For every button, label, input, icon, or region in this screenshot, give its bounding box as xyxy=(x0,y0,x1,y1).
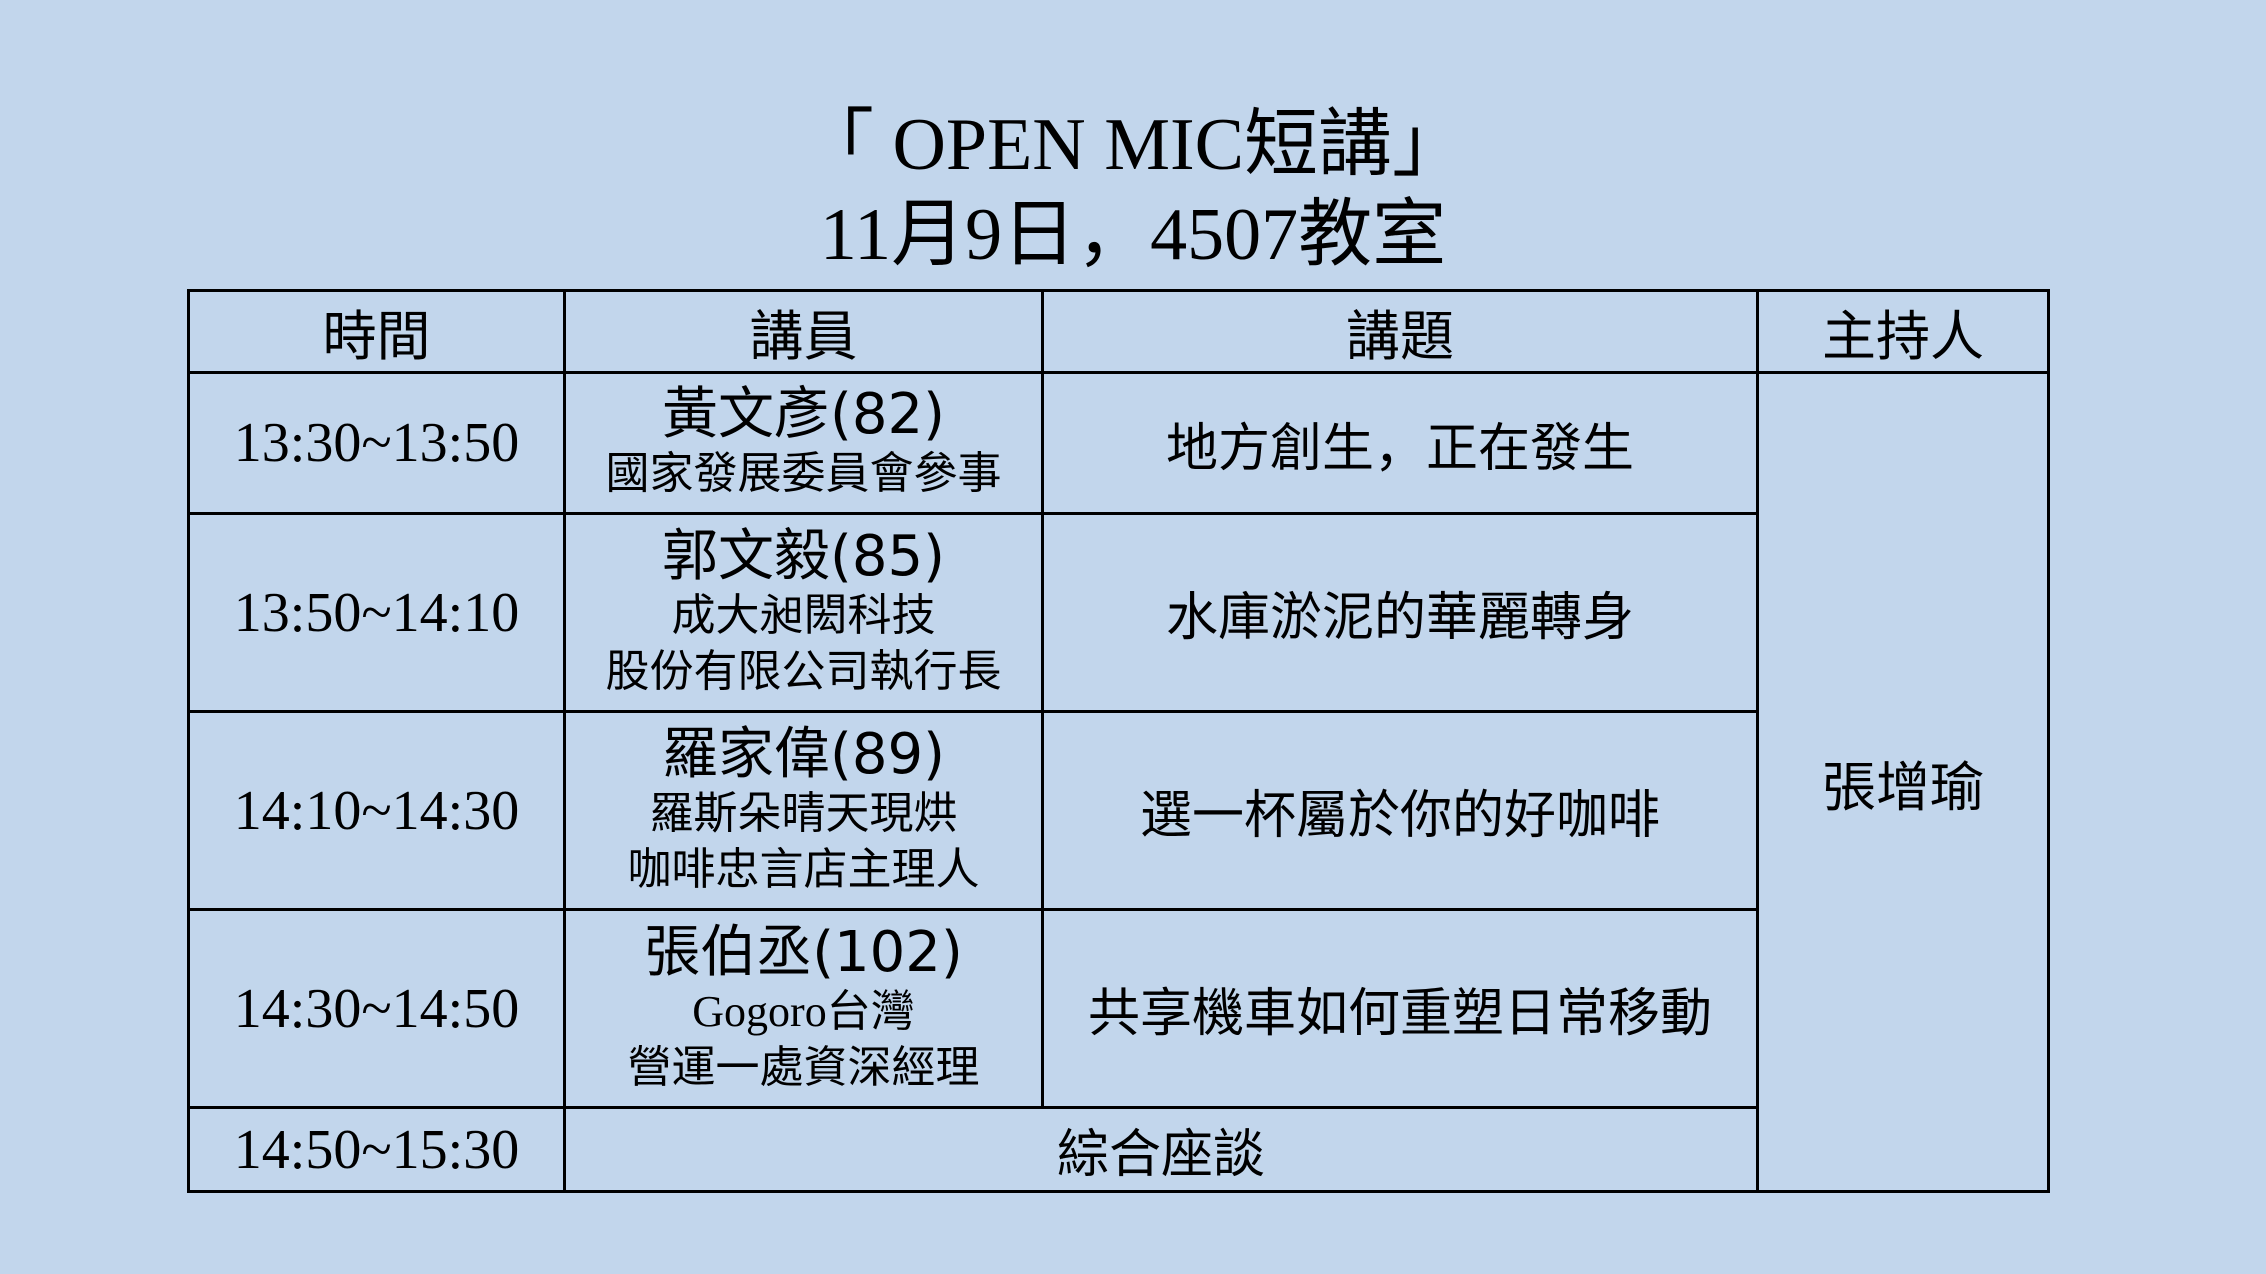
header-host: 主持人 xyxy=(1756,289,2050,374)
time-cell: 14:50~15:30 xyxy=(187,1106,566,1193)
time-cell: 13:30~13:50 xyxy=(187,371,566,515)
time-cell: 13:50~14:10 xyxy=(187,512,566,713)
topic-cell: 地方創生，正在發生 xyxy=(1041,371,1759,515)
header-time: 時間 xyxy=(187,289,566,374)
header-topic: 講題 xyxy=(1041,289,1759,374)
table-header-row: 時間 講員 講題 主持人 xyxy=(187,289,2050,374)
speaker-affiliation: 國家發展委員會參事 xyxy=(605,448,1002,499)
speaker-cell: 張伯丞(102) Gogoro台灣 營運一處資深經理 xyxy=(563,908,1044,1109)
speaker-cell: 郭文毅(85) 成大昶閎科技 股份有限公司執行長 xyxy=(563,512,1044,713)
speaker-affiliation: 營運一處資深經理 xyxy=(627,1041,980,1093)
speaker-cell: 羅家偉(89) 羅斯朵晴天現烘 咖啡忠言店主理人 xyxy=(563,710,1044,911)
speaker-affiliation: 股份有限公司執行長 xyxy=(605,645,1002,697)
table-row: 13:30~13:50 黃文彥(82) 國家發展委員會參事 地方創生，正在發生 … xyxy=(187,371,2050,1193)
topic-cell: 水庫淤泥的華麗轉身 xyxy=(1041,512,1759,713)
page-subtitle: 11月9日，4507教室 xyxy=(819,194,1447,276)
speaker-name-text: 郭文毅(85) xyxy=(662,523,945,589)
speaker-name: 羅家偉(89) xyxy=(568,721,1040,787)
speaker-name: 黃文彥(82) xyxy=(568,382,1040,447)
speaker-affiliation: 成大昶閎科技 xyxy=(671,589,936,641)
schedule-table: 時間 講員 講題 主持人 13:30~13:50 黃文彥(82) 國家發展委員會… xyxy=(187,289,2050,1193)
speaker-affiliation: 咖啡忠言店主理人 xyxy=(627,843,980,895)
speaker-name: 郭文毅(85) xyxy=(568,523,1040,589)
speaker-affiliation: Gogoro台灣 xyxy=(692,986,915,1036)
header-speaker: 講員 xyxy=(563,289,1044,374)
topic-cell: 共享機車如何重塑日常移動 xyxy=(1041,908,1759,1109)
host-cell: 張增瑜 xyxy=(1756,371,2050,1193)
time-cell: 14:10~14:30 xyxy=(187,710,566,911)
speaker-name-text: 羅家偉(89) xyxy=(662,721,945,787)
speaker-cell: 黃文彥(82) 國家發展委員會參事 xyxy=(563,371,1044,515)
speaker-name-text: 張伯丞(102) xyxy=(644,919,963,985)
topic-cell: 選一杯屬於你的好咖啡 xyxy=(1041,710,1759,911)
speaker-name: 張伯丞(102) xyxy=(568,919,1040,985)
speaker-affiliation: 羅斯朵晴天現烘 xyxy=(649,787,958,839)
panel-discussion-cell: 綜合座談 xyxy=(563,1106,1759,1193)
page-title: 「 OPEN MIC短講」 xyxy=(799,104,1467,186)
time-cell: 14:30~14:50 xyxy=(187,908,566,1109)
speaker-name-text: 黃文彥(82) xyxy=(662,382,945,447)
